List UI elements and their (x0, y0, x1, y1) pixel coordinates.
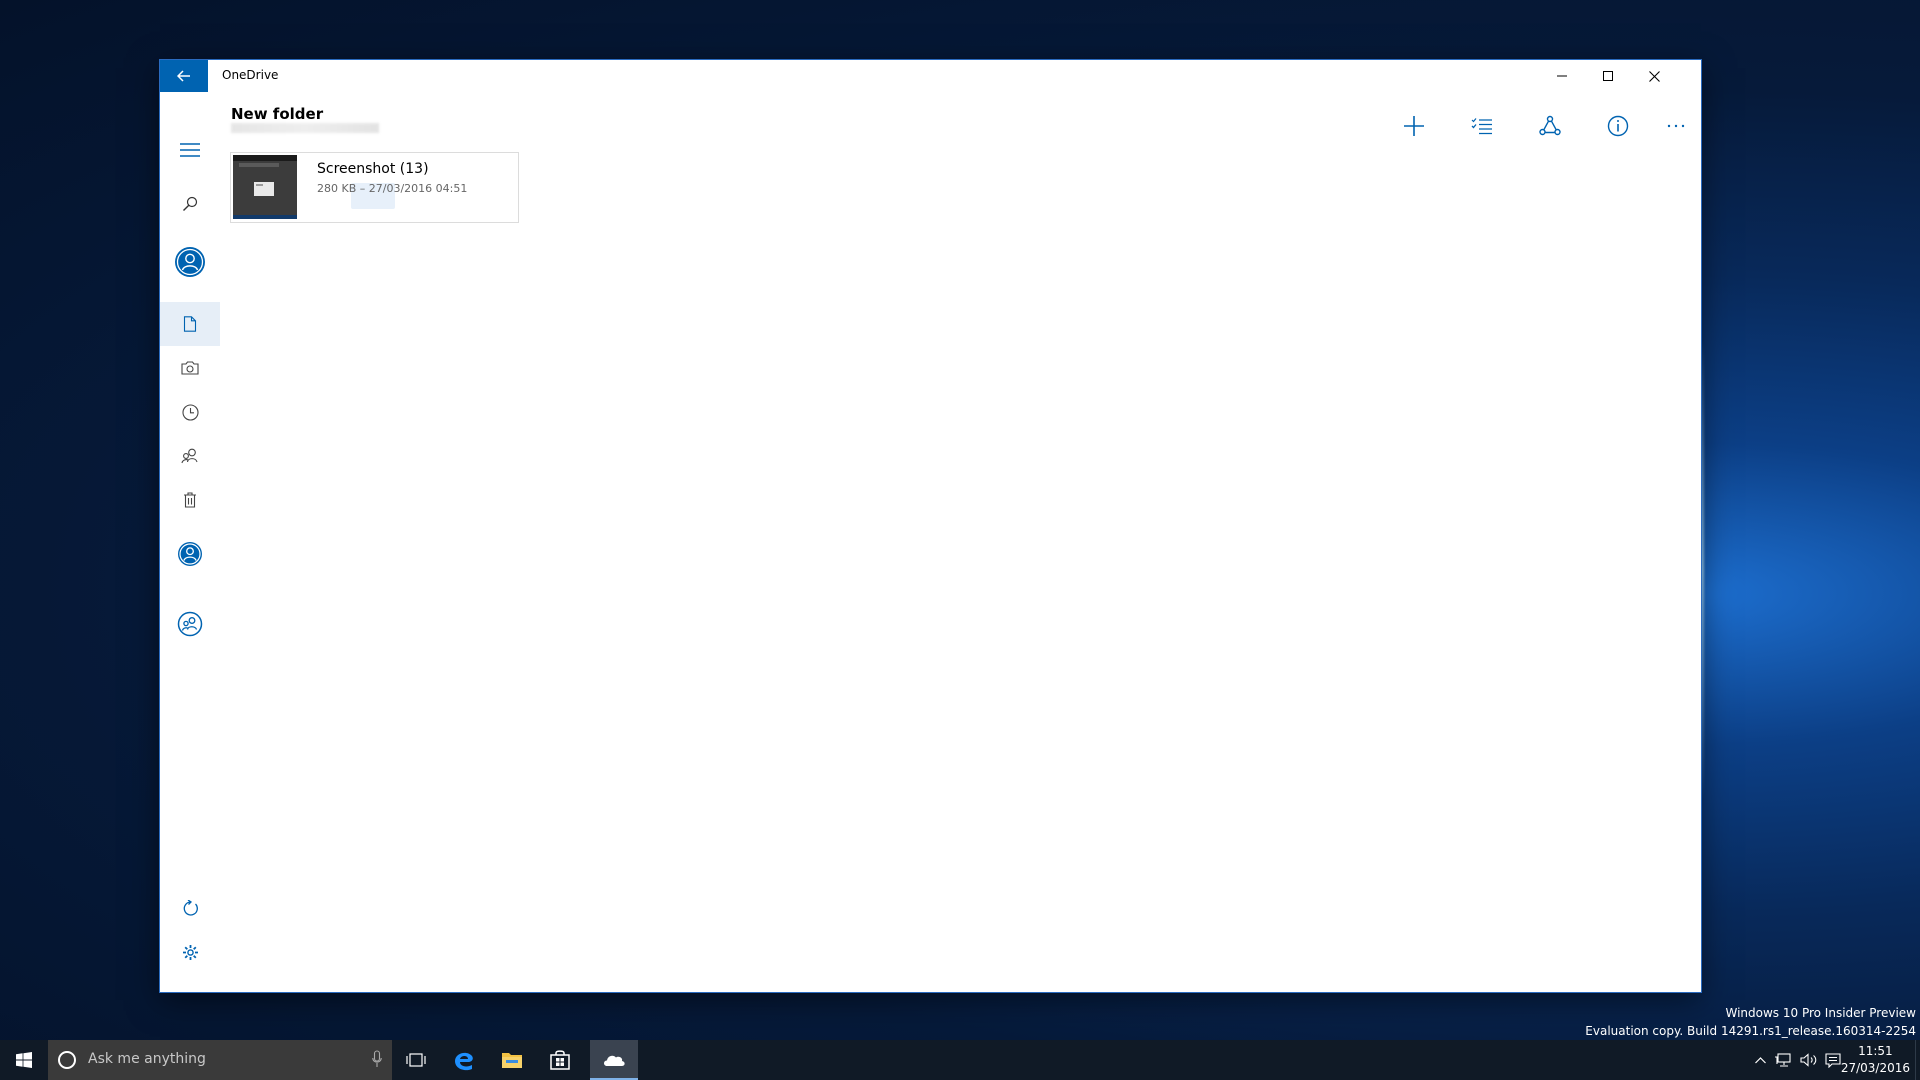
maximize-icon (1603, 71, 1613, 81)
clock-icon (181, 403, 199, 421)
search-icon (183, 196, 198, 211)
account-icon (178, 542, 202, 566)
back-button[interactable] (160, 60, 208, 92)
nav-recent[interactable] (160, 390, 220, 434)
camera-icon (181, 361, 199, 375)
account-icon (175, 247, 205, 277)
cloud-icon (604, 1055, 625, 1066)
account-personal-button[interactable] (160, 532, 220, 576)
clock-time: 11:51 (1858, 1044, 1893, 1058)
onedrive-window: OneDrive New folder Screenshot (13) 280 … (160, 60, 1701, 992)
search-button[interactable] (160, 182, 220, 226)
share-icon (1539, 115, 1561, 136)
account-button[interactable] (160, 240, 220, 284)
show-hidden-icons-button[interactable] (1752, 1040, 1768, 1080)
cortana-icon (58, 1051, 76, 1069)
nav-recycle-bin[interactable] (160, 478, 220, 522)
settings-button[interactable] (160, 930, 220, 974)
folder-title: New folder (231, 105, 324, 123)
maximize-button[interactable] (1585, 60, 1631, 92)
store-app[interactable] (536, 1040, 584, 1080)
navigation-rail (160, 92, 220, 992)
folder-path-redacted (231, 123, 379, 133)
info-button[interactable] (1596, 104, 1640, 148)
cortana-search-box[interactable]: Ask me anything (48, 1040, 392, 1080)
watermark-edition: Windows 10 Pro Insider Preview (1725, 1006, 1916, 1020)
more-options-button[interactable] (1654, 104, 1698, 148)
file-thumbnail (233, 155, 297, 219)
file-meta: 280 KB – 27/03/2016 04:51 (317, 182, 468, 195)
business-account-icon (177, 611, 203, 637)
minimize-icon (1557, 75, 1567, 77)
edge-browser-icon (455, 1052, 473, 1071)
hamburger-icon (180, 143, 200, 157)
show-desktop-button[interactable] (1915, 1040, 1920, 1080)
checklist-icon (1471, 118, 1492, 135)
search-placeholder: Ask me anything (88, 1051, 206, 1067)
microphone-icon[interactable] (372, 1050, 382, 1068)
trash-icon (184, 492, 196, 508)
watermark-build: Evaluation copy. Build 14291.rs1_release… (1585, 1024, 1916, 1038)
volume-button[interactable] (1798, 1040, 1820, 1080)
app-title: OneDrive (222, 68, 279, 82)
task-view-icon (406, 1053, 426, 1067)
taskbar: Ask me anything 11:51 27/03/2016 (0, 1040, 1920, 1080)
close-button[interactable] (1631, 60, 1677, 92)
minimize-button[interactable] (1539, 60, 1585, 92)
refresh-button[interactable] (160, 886, 220, 930)
people-icon (181, 448, 198, 464)
file-name: Screenshot (13) (317, 161, 429, 177)
info-icon (1607, 115, 1629, 137)
nav-photos[interactable] (160, 346, 220, 390)
title-bar: OneDrive (160, 60, 1701, 92)
taskbar-clock[interactable]: 11:51 27/03/2016 (1841, 1043, 1910, 1077)
volume-icon (1800, 1053, 1817, 1067)
hamburger-menu-button[interactable] (160, 128, 220, 172)
back-arrow-icon (177, 70, 190, 82)
refresh-icon (183, 899, 198, 916)
file-tile[interactable]: Screenshot (13) 280 KB – 27/03/2016 04:5… (230, 152, 519, 223)
more-icon (1667, 124, 1685, 128)
task-view-button[interactable] (392, 1040, 440, 1080)
plus-icon (1404, 116, 1424, 136)
select-button[interactable] (1460, 104, 1504, 148)
edge-app[interactable] (440, 1040, 488, 1080)
notification-icon (1825, 1052, 1841, 1068)
close-icon (1648, 70, 1660, 82)
file-icon (183, 316, 197, 332)
nav-files[interactable] (160, 302, 220, 346)
add-button[interactable] (1392, 104, 1436, 148)
gear-icon (182, 944, 198, 960)
clock-date: 27/03/2016 (1840, 1061, 1910, 1075)
folder-icon (502, 1053, 522, 1068)
account-business-button[interactable] (160, 602, 220, 646)
nav-shared[interactable] (160, 434, 220, 478)
file-explorer-app[interactable] (488, 1040, 536, 1080)
network-button[interactable] (1772, 1040, 1794, 1080)
windows-logo-icon (16, 1052, 32, 1068)
os-watermark: Windows 10 Pro Insider Preview Evaluatio… (1585, 1004, 1916, 1040)
share-button[interactable] (1528, 104, 1572, 148)
onedrive-app[interactable] (590, 1040, 638, 1080)
start-button[interactable] (0, 1040, 48, 1080)
store-bag-icon (550, 1050, 570, 1070)
chevron-up-icon (1754, 1056, 1766, 1063)
network-icon (1775, 1053, 1791, 1067)
